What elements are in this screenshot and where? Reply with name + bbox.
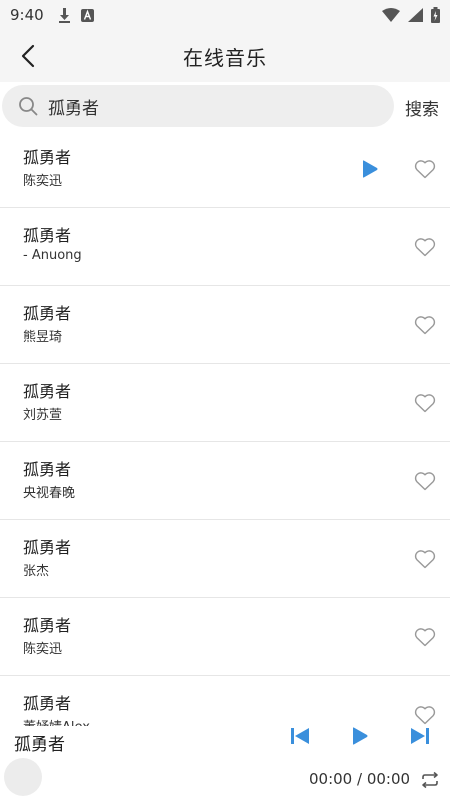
app-a-icon bbox=[80, 8, 94, 22]
song-title: 孤勇者 bbox=[23, 382, 72, 401]
song-title: 孤勇者 bbox=[23, 538, 72, 557]
search-button[interactable]: 搜索 bbox=[405, 95, 439, 120]
search-box[interactable] bbox=[2, 85, 394, 127]
song-artist: 央视春晚 bbox=[23, 486, 76, 501]
heart-icon[interactable] bbox=[414, 627, 436, 647]
wifi-icon bbox=[382, 8, 400, 22]
repeat-icon[interactable] bbox=[420, 771, 440, 789]
status-bar: 9:40 bbox=[0, 0, 450, 30]
play-icon[interactable] bbox=[361, 160, 379, 178]
chevron-left-icon bbox=[21, 44, 35, 68]
song-list-item[interactable]: 孤勇者 董妤婧Alex bbox=[0, 676, 450, 726]
song-list-item[interactable]: 孤勇者 张杰 bbox=[0, 520, 450, 598]
song-title: 孤勇者 bbox=[23, 226, 72, 245]
song-artist: - Anuong bbox=[23, 248, 82, 263]
song-list-item[interactable]: 孤勇者 央视春晚 bbox=[0, 442, 450, 520]
song-list-item[interactable]: 孤勇者 熊昱琦 bbox=[0, 286, 450, 364]
song-artist: 董妤婧Alex bbox=[23, 716, 90, 726]
skip-previous-icon[interactable] bbox=[290, 727, 310, 745]
heart-icon[interactable] bbox=[414, 159, 436, 179]
song-title: 孤勇者 bbox=[23, 148, 72, 167]
song-title: 孤勇者 bbox=[23, 616, 72, 635]
song-artist: 熊昱琦 bbox=[23, 330, 63, 345]
search-row: 搜索 bbox=[0, 84, 450, 130]
song-title: 孤勇者 bbox=[23, 304, 72, 323]
search-input[interactable] bbox=[48, 96, 368, 116]
time-readout: 00:00 / 00:00 bbox=[309, 770, 411, 788]
song-list: 孤勇者 陈奕迅 孤勇者 - Anuong 孤勇者 熊昱琦 孤勇者 刘苏萱 孤勇者… bbox=[0, 130, 450, 726]
heart-icon[interactable] bbox=[414, 549, 436, 569]
status-system-icons bbox=[382, 7, 440, 23]
song-title: 孤勇者 bbox=[23, 694, 72, 713]
song-artist: 张杰 bbox=[23, 564, 50, 579]
page-title: 在线音乐 bbox=[183, 45, 267, 70]
album-art[interactable] bbox=[4, 758, 42, 796]
song-list-item[interactable]: 孤勇者 陈奕迅 bbox=[0, 130, 450, 208]
signal-icon bbox=[408, 8, 423, 22]
heart-icon[interactable] bbox=[414, 705, 436, 725]
player-controls bbox=[0, 726, 450, 756]
search-icon bbox=[19, 97, 38, 116]
song-artist: 陈奕迅 bbox=[23, 642, 63, 657]
heart-icon[interactable] bbox=[414, 471, 436, 491]
song-artist: 陈奕迅 bbox=[23, 174, 63, 189]
song-list-item[interactable]: 孤勇者 - Anuong bbox=[0, 208, 450, 286]
song-list-item[interactable]: 孤勇者 陈奕迅 bbox=[0, 598, 450, 676]
player-bar: 孤勇者 00:00 / 00:00 bbox=[0, 726, 450, 800]
status-notification-icons bbox=[58, 7, 94, 23]
back-button[interactable] bbox=[14, 42, 42, 70]
download-icon bbox=[58, 7, 70, 23]
play-icon[interactable] bbox=[351, 727, 369, 745]
skip-next-icon[interactable] bbox=[410, 727, 430, 745]
song-artist: 刘苏萱 bbox=[23, 408, 63, 423]
battery-icon bbox=[431, 7, 440, 23]
song-title: 孤勇者 bbox=[23, 460, 72, 479]
heart-icon[interactable] bbox=[414, 393, 436, 413]
song-list-item[interactable]: 孤勇者 刘苏萱 bbox=[0, 364, 450, 442]
app-header: 在线音乐 bbox=[0, 30, 450, 82]
heart-icon[interactable] bbox=[414, 237, 436, 257]
heart-icon[interactable] bbox=[414, 315, 436, 335]
status-time: 9:40 bbox=[10, 6, 44, 24]
